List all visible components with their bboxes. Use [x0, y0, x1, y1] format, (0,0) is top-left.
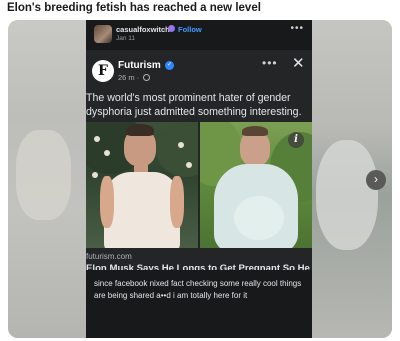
- caption-text: since facebook nixed fact checking some …: [94, 279, 302, 300]
- post-text: The world's most prominent hater of gend…: [86, 92, 302, 118]
- card-more-options-icon[interactable]: •••: [262, 56, 278, 70]
- globe-icon: [143, 74, 150, 81]
- next-image-button[interactable]: ›: [366, 170, 386, 190]
- more-options-icon[interactable]: •••: [290, 23, 304, 34]
- link-domain[interactable]: futurism.com: [86, 252, 132, 261]
- post-title: Elon's breeding fetish has reached a new…: [7, 2, 261, 14]
- screenshot-image: casualfoxwitch Follow Jan 11 ••• F Futur…: [86, 20, 312, 338]
- avatar[interactable]: [94, 25, 112, 43]
- blurred-background-left: [8, 20, 86, 338]
- follow-button[interactable]: Follow: [178, 25, 202, 34]
- photo-left[interactable]: [86, 122, 198, 248]
- info-icon[interactable]: i: [288, 132, 304, 148]
- close-icon[interactable]: ✕: [292, 54, 305, 72]
- verified-badge-icon: ✓: [165, 61, 174, 70]
- source-logo[interactable]: F: [92, 60, 114, 82]
- source-name[interactable]: Futurism: [118, 60, 161, 71]
- photo-right[interactable]: i: [200, 122, 312, 248]
- profile-badge-icon: [168, 25, 175, 32]
- caption-box: since facebook nixed fact checking some …: [86, 270, 312, 338]
- reposter-username[interactable]: casualfoxwitch: [116, 25, 170, 34]
- reposter-header: casualfoxwitch Follow Jan 11 •••: [86, 20, 312, 48]
- post-date: Jan 11: [116, 35, 136, 42]
- post-time: 26 m ·: [118, 73, 140, 82]
